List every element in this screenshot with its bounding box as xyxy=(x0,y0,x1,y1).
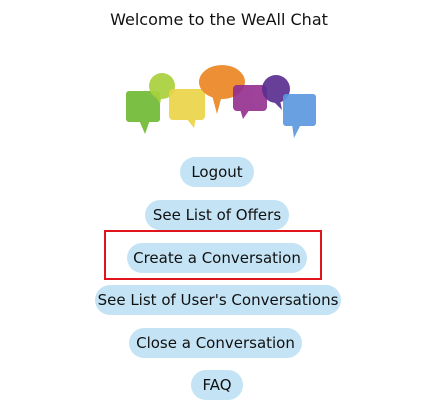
purple-bubble-icon xyxy=(233,85,267,119)
logout-button[interactable]: Logout xyxy=(180,157,254,187)
selection-highlight-box xyxy=(104,230,322,280)
see-user-conversations-button[interactable]: See List of User's Conversations xyxy=(95,285,341,315)
faq-button[interactable]: FAQ xyxy=(191,370,243,400)
close-conversation-button[interactable]: Close a Conversation xyxy=(129,328,302,358)
chat-bubbles-logo-icon xyxy=(126,65,316,138)
yellow-bubble-icon xyxy=(169,89,205,128)
green-bubble-icon xyxy=(126,91,160,134)
blue-bubble-icon xyxy=(283,94,316,138)
page-title: Welcome to the WeAll Chat xyxy=(110,10,328,29)
see-list-of-offers-button[interactable]: See List of Offers xyxy=(145,200,289,230)
